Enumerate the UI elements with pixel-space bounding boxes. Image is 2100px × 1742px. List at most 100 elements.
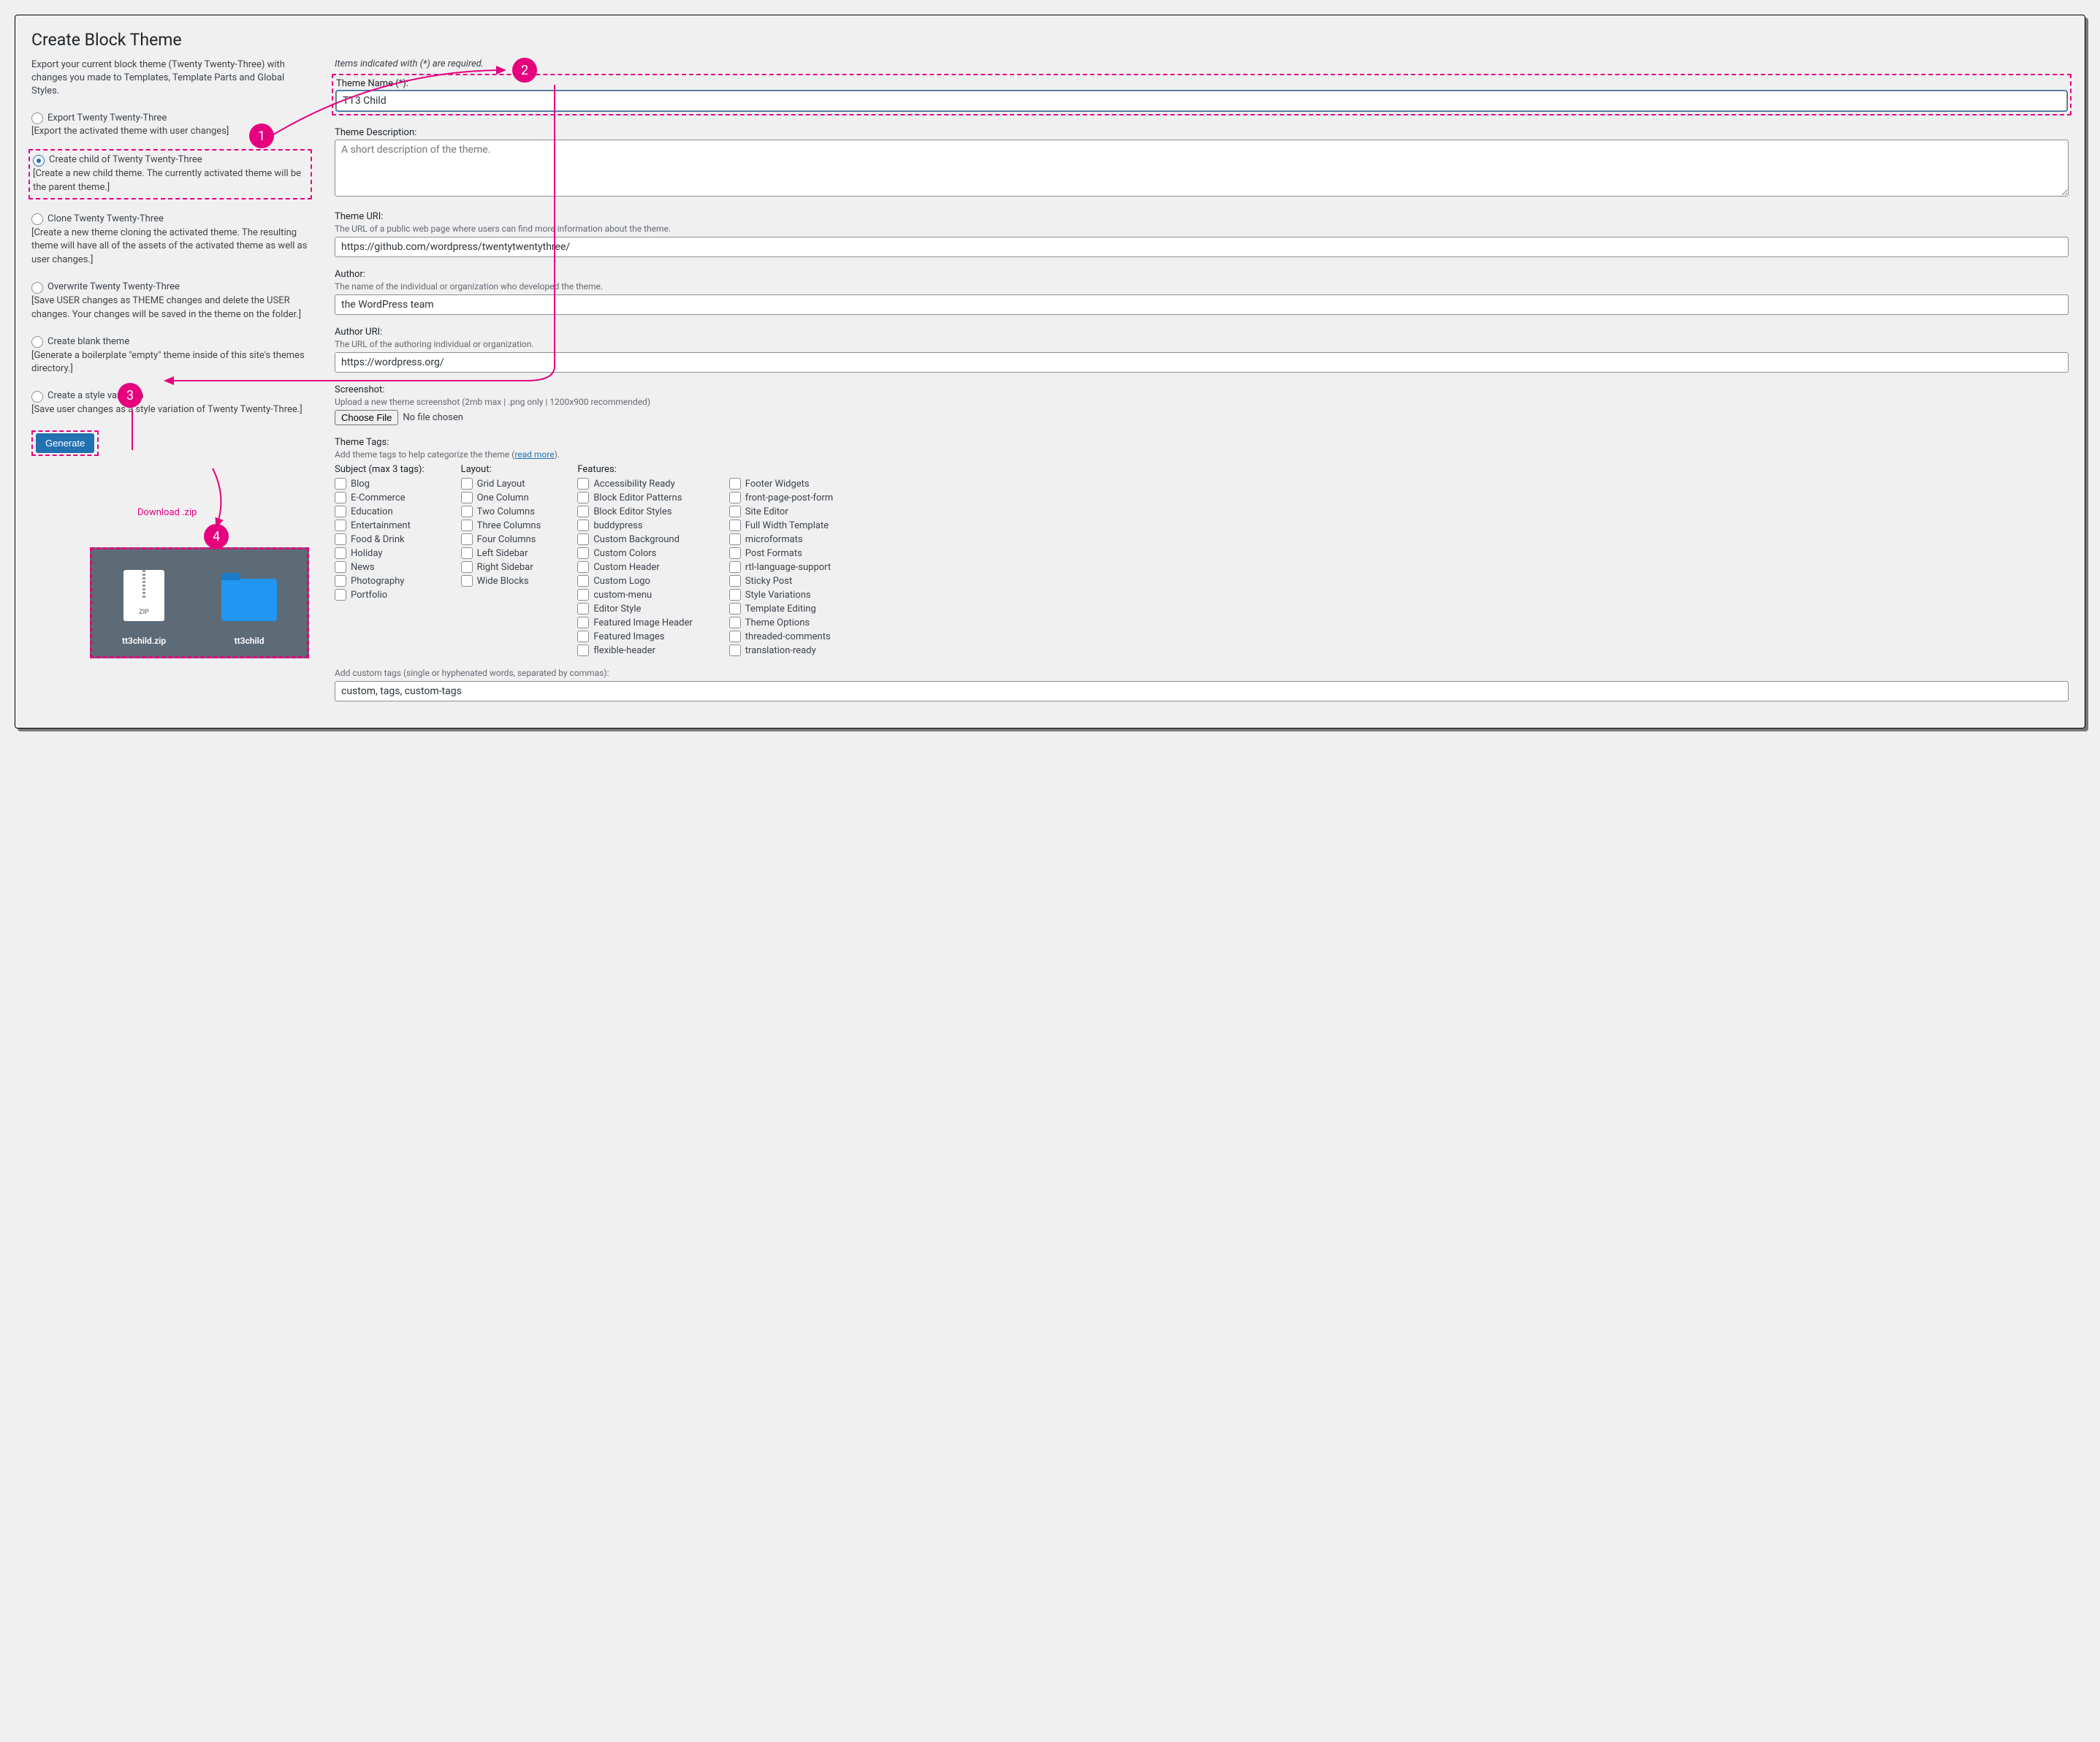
checkbox-icon[interactable] — [577, 520, 589, 531]
checkbox-icon[interactable] — [729, 561, 741, 573]
read-more-link[interactable]: read more — [514, 449, 554, 460]
tag-checkbox-row[interactable]: Grid Layout — [461, 478, 541, 490]
theme-name-input[interactable] — [336, 91, 2067, 111]
checkbox-icon[interactable] — [335, 520, 346, 531]
checkbox-icon[interactable] — [729, 589, 741, 601]
tag-checkbox-row[interactable]: Footer Widgets — [729, 478, 833, 490]
tag-checkbox-row[interactable]: Custom Header — [577, 561, 692, 573]
checkbox-icon[interactable] — [729, 533, 741, 545]
tag-checkbox-row[interactable]: buddypress — [577, 520, 692, 531]
author-input[interactable] — [335, 294, 2069, 315]
tag-checkbox-row[interactable]: News — [335, 561, 425, 573]
checkbox-icon[interactable] — [335, 492, 346, 503]
checkbox-icon[interactable] — [729, 547, 741, 559]
checkbox-icon[interactable] — [729, 644, 741, 656]
theme-desc-input[interactable] — [335, 140, 2069, 197]
checkbox-icon[interactable] — [729, 506, 741, 517]
tag-checkbox-row[interactable]: Education — [335, 506, 425, 517]
tag-checkbox-row[interactable]: Left Sidebar — [461, 547, 541, 559]
radio-option-5[interactable] — [31, 391, 43, 403]
author-uri-input[interactable] — [335, 352, 2069, 373]
checkbox-icon[interactable] — [461, 492, 473, 503]
tag-checkbox-row[interactable]: Portfolio — [335, 589, 425, 601]
checkbox-icon[interactable] — [729, 478, 741, 490]
tag-checkbox-row[interactable]: translation-ready — [729, 644, 833, 656]
option-label-text[interactable]: Export Twenty Twenty-Three — [47, 112, 167, 126]
checkbox-icon[interactable] — [335, 478, 346, 490]
tag-checkbox-row[interactable]: Post Formats — [729, 547, 833, 559]
tag-checkbox-row[interactable]: Custom Background — [577, 533, 692, 545]
generate-button[interactable]: Generate — [36, 433, 94, 453]
tag-checkbox-row[interactable]: Custom Colors — [577, 547, 692, 559]
option-label-text[interactable]: Overwrite Twenty Twenty-Three — [47, 281, 180, 294]
tag-checkbox-row[interactable]: Three Columns — [461, 520, 541, 531]
tag-checkbox-row[interactable]: Style Variations — [729, 589, 833, 601]
checkbox-icon[interactable] — [577, 589, 589, 601]
folder-file[interactable]: tt3child — [221, 570, 277, 646]
tag-checkbox-row[interactable]: Photography — [335, 575, 425, 587]
tag-checkbox-row[interactable]: Blog — [335, 478, 425, 490]
checkbox-icon[interactable] — [729, 575, 741, 587]
checkbox-icon[interactable] — [335, 589, 346, 601]
option-label-text[interactable]: Clone Twenty Twenty-Three — [47, 213, 164, 227]
checkbox-icon[interactable] — [461, 506, 473, 517]
zip-file[interactable]: ZIP tt3child.zip — [122, 570, 166, 646]
tag-checkbox-row[interactable]: Holiday — [335, 547, 425, 559]
tag-checkbox-row[interactable]: Accessibility Ready — [577, 478, 692, 490]
radio-option-4[interactable] — [31, 336, 43, 348]
checkbox-icon[interactable] — [729, 631, 741, 642]
radio-option-1[interactable] — [33, 155, 45, 167]
checkbox-icon[interactable] — [461, 533, 473, 545]
tag-checkbox-row[interactable]: threaded-comments — [729, 631, 833, 642]
checkbox-icon[interactable] — [335, 561, 346, 573]
tag-checkbox-row[interactable]: Featured Images — [577, 631, 692, 642]
tag-checkbox-row[interactable]: Editor Style — [577, 603, 692, 615]
checkbox-icon[interactable] — [577, 617, 589, 628]
tag-checkbox-row[interactable]: Four Columns — [461, 533, 541, 545]
checkbox-icon[interactable] — [729, 520, 741, 531]
option-label-text[interactable]: Create blank theme — [47, 335, 129, 349]
tag-checkbox-row[interactable]: microformats — [729, 533, 833, 545]
radio-option-0[interactable] — [31, 113, 43, 124]
tag-checkbox-row[interactable]: Sticky Post — [729, 575, 833, 587]
checkbox-icon[interactable] — [461, 478, 473, 490]
checkbox-icon[interactable] — [461, 520, 473, 531]
checkbox-icon[interactable] — [577, 492, 589, 503]
option-label-text[interactable]: Create child of Twenty Twenty-Three — [49, 153, 202, 167]
checkbox-icon[interactable] — [577, 644, 589, 656]
tag-checkbox-row[interactable]: flexible-header — [577, 644, 692, 656]
checkbox-icon[interactable] — [577, 478, 589, 490]
checkbox-icon[interactable] — [335, 575, 346, 587]
tag-checkbox-row[interactable]: Right Sidebar — [461, 561, 541, 573]
tag-checkbox-row[interactable]: One Column — [461, 492, 541, 503]
checkbox-icon[interactable] — [729, 492, 741, 503]
checkbox-icon[interactable] — [461, 561, 473, 573]
tag-checkbox-row[interactable]: Template Editing — [729, 603, 833, 615]
checkbox-icon[interactable] — [335, 533, 346, 545]
tag-checkbox-row[interactable]: Food & Drink — [335, 533, 425, 545]
tag-checkbox-row[interactable]: E-Commerce — [335, 492, 425, 503]
tag-checkbox-row[interactable]: Block Editor Patterns — [577, 492, 692, 503]
tag-checkbox-row[interactable]: Two Columns — [461, 506, 541, 517]
tag-checkbox-row[interactable]: Custom Logo — [577, 575, 692, 587]
tag-checkbox-row[interactable]: rtl-language-support — [729, 561, 833, 573]
checkbox-icon[interactable] — [335, 547, 346, 559]
choose-file-button[interactable]: Choose File — [335, 410, 398, 425]
custom-tags-input[interactable] — [335, 681, 2069, 701]
checkbox-icon[interactable] — [577, 533, 589, 545]
checkbox-icon[interactable] — [729, 603, 741, 615]
checkbox-icon[interactable] — [577, 603, 589, 615]
checkbox-icon[interactable] — [577, 561, 589, 573]
checkbox-icon[interactable] — [577, 575, 589, 587]
tag-checkbox-row[interactable]: front-page-post-form — [729, 492, 833, 503]
checkbox-icon[interactable] — [461, 547, 473, 559]
tag-checkbox-row[interactable]: Featured Image Header — [577, 617, 692, 628]
checkbox-icon[interactable] — [461, 575, 473, 587]
tag-checkbox-row[interactable]: custom-menu — [577, 589, 692, 601]
tag-checkbox-row[interactable]: Full Width Template — [729, 520, 833, 531]
checkbox-icon[interactable] — [335, 506, 346, 517]
tag-checkbox-row[interactable]: Site Editor — [729, 506, 833, 517]
tag-checkbox-row[interactable]: Wide Blocks — [461, 575, 541, 587]
tag-checkbox-row[interactable]: Theme Options — [729, 617, 833, 628]
checkbox-icon[interactable] — [729, 617, 741, 628]
